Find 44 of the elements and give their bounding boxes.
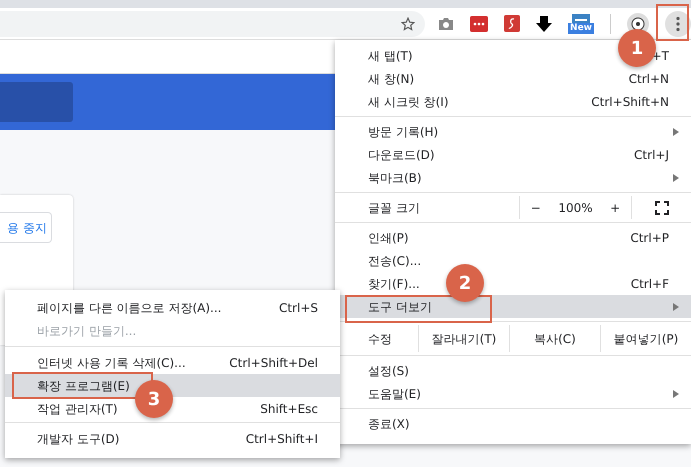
menu-item[interactable]: 작업 관리자(T) bbox=[37, 400, 118, 418]
shortcut-text: Ctrl+Shift+I bbox=[246, 430, 318, 448]
menu-item[interactable]: 북마크(B) bbox=[368, 168, 422, 186]
menu-item[interactable]: 페이지를 다른 이름으로 저장(A)... bbox=[37, 298, 222, 316]
shortcut-text: Ctrl+P bbox=[630, 230, 669, 246]
star-icon[interactable] bbox=[401, 16, 416, 30]
menu-item[interactable]: 새 창(N) bbox=[368, 70, 414, 88]
edit-action-button[interactable]: 붙여넣기(P) bbox=[600, 325, 691, 352]
menu-item[interactable]: 전송(C)... bbox=[368, 252, 422, 270]
shortcut-text: Shift+Esc bbox=[260, 400, 318, 418]
menu-item[interactable]: 개발자 도구(D) bbox=[37, 430, 120, 448]
camera-icon[interactable] bbox=[438, 16, 454, 30]
menu-item[interactable]: 인터넷 사용 기록 삭제(C)... bbox=[37, 354, 186, 372]
edit-action-button[interactable]: 잘라내기(T) bbox=[418, 325, 509, 352]
shortcut-text: Ctrl+Shift+Del bbox=[229, 354, 318, 372]
shortcut-text: Ctrl+Shift+N bbox=[591, 94, 669, 110]
menu-item[interactable]: 새 탭(T) bbox=[368, 46, 413, 64]
menu-item[interactable]: 설정(S) bbox=[368, 362, 409, 380]
highlight-frame bbox=[656, 4, 689, 41]
download-arrow-icon[interactable] bbox=[536, 16, 552, 32]
menu-item[interactable]: 다운로드(D) bbox=[368, 146, 435, 164]
menu-item[interactable]: 종료(X) bbox=[368, 414, 410, 432]
zoom-out-button[interactable]: − bbox=[526, 198, 545, 216]
menu-item[interactable]: 도움말(E) bbox=[368, 384, 421, 402]
zoom-level: 100% bbox=[558, 200, 593, 216]
menu-item[interactable]: 새 시크릿 창(I) bbox=[368, 92, 449, 110]
shortcut-text: Ctrl+S bbox=[278, 300, 318, 316]
menu-icon[interactable] bbox=[665, 10, 691, 36]
new-badge: New bbox=[568, 22, 594, 34]
stop-button[interactable]: 용 중지 bbox=[0, 212, 52, 243]
edit-label: 수정 bbox=[367, 330, 393, 348]
menu-item[interactable]: 찾기(F)... bbox=[368, 274, 420, 292]
shortcut-text: Ctrl+N bbox=[628, 70, 669, 88]
zoom-in-button[interactable]: + bbox=[606, 198, 624, 216]
extension-icon[interactable] bbox=[470, 16, 488, 32]
shortcut-text: Ctrl+F bbox=[630, 276, 669, 292]
fullscreen-icon[interactable] bbox=[654, 200, 668, 214]
menu-item[interactable]: 인쇄(P) bbox=[368, 228, 409, 246]
menu-item[interactable]: 방문 기록(H) bbox=[368, 122, 438, 140]
extension-icon[interactable] bbox=[504, 15, 520, 32]
shortcut-text: Ctrl+J bbox=[634, 146, 669, 164]
extension-icon[interactable] bbox=[572, 14, 590, 22]
edit-action-button[interactable]: 복사(C) bbox=[509, 325, 600, 352]
font-size-label: 글꼴 크기 bbox=[367, 200, 421, 216]
